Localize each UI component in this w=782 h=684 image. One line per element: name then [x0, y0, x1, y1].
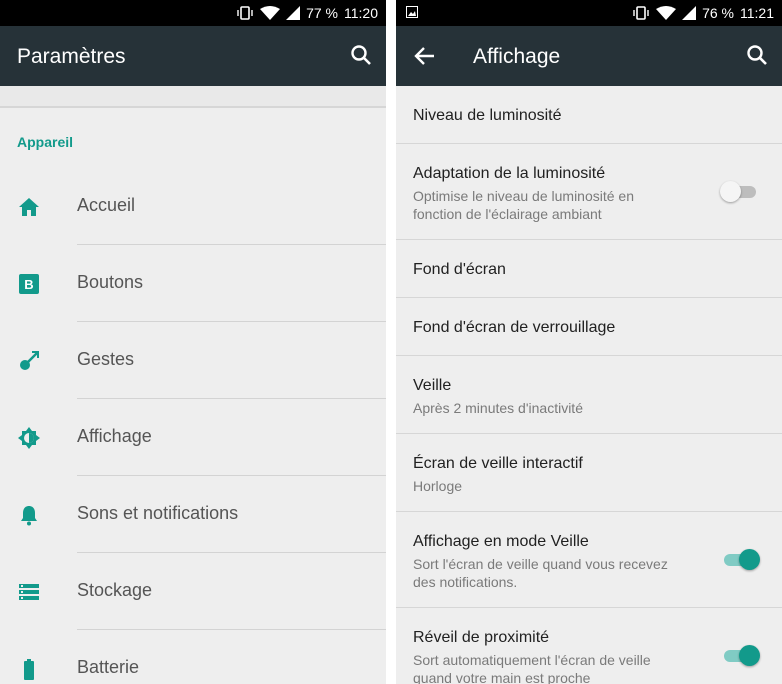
image-notification-icon [406, 6, 418, 18]
search-icon[interactable] [746, 44, 768, 66]
setting-subtitle: Optimise le niveau de luminosité en fonc… [413, 188, 635, 222]
brightness-icon [18, 427, 40, 449]
status-bar: 77 % 11:20 [0, 0, 386, 26]
proximity-wake-toggle[interactable] [720, 644, 760, 668]
menu-item-label: Batterie [77, 657, 140, 677]
setting-sleep[interactable]: Veille Après 2 minutes d'inactivité [396, 356, 782, 434]
gesture-icon [20, 351, 39, 370]
menu-item-gestes[interactable]: Gestes [0, 322, 386, 399]
menu-item-label: Affichage [77, 426, 152, 446]
wifi-icon [260, 6, 281, 20]
setting-subtitle: Sort l'écran de veille quand vous receve… [413, 556, 668, 590]
clock: 11:21 [740, 5, 774, 21]
display-screen: 76 % 11:21 Affichage Niveau de luminosit… [396, 0, 782, 684]
setting-wallpaper[interactable]: Fond d'écran [396, 240, 782, 298]
setting-proximity-wake[interactable]: Réveil de proximité Sort automatiquement… [396, 608, 782, 684]
back-arrow-icon[interactable] [414, 46, 436, 66]
setting-title: Réveil de proximité [413, 629, 550, 646]
adaptive-brightness-toggle[interactable] [720, 180, 760, 204]
menu-item-boutons[interactable]: B Boutons [0, 245, 386, 322]
menu-item-label: Stockage [77, 580, 153, 600]
home-icon [19, 198, 39, 216]
vibrate-icon [633, 6, 649, 20]
divider [0, 86, 386, 108]
svg-text:B: B [24, 277, 33, 292]
menu-item-label: Boutons [77, 272, 144, 292]
menu-item-label: Accueil [77, 195, 136, 215]
menu-item-accueil[interactable]: Accueil [0, 168, 386, 245]
vibrate-icon [237, 6, 253, 20]
setting-subtitle: Horloge [413, 478, 463, 494]
setting-title: Adaptation de la luminosité [413, 165, 606, 182]
setting-title: Fond d'écran [413, 261, 506, 278]
menu-item-label: Sons et notifications [77, 503, 239, 523]
setting-adaptive-brightness[interactable]: Adaptation de la luminosité Optimise le … [396, 144, 782, 240]
setting-title: Fond d'écran de verrouillage [413, 319, 616, 336]
menu-item-batterie[interactable]: Batterie [0, 630, 386, 684]
setting-ambient-display[interactable]: Affichage en mode Veille Sort l'écran de… [396, 512, 782, 608]
menu-item-affichage[interactable]: Affichage [0, 399, 386, 476]
setting-subtitle: Sort automatiquement l'écran de veille q… [413, 652, 651, 684]
wifi-icon [656, 6, 677, 20]
signal-icon [286, 6, 301, 20]
b-icon: B [19, 274, 39, 294]
battery-icon [24, 659, 34, 680]
setting-daydream[interactable]: Écran de veille interactif Horloge [396, 434, 782, 512]
setting-title: Veille [413, 377, 452, 394]
search-icon[interactable] [350, 44, 372, 66]
menu-item-label: Gestes [77, 349, 135, 369]
section-header: Appareil [17, 134, 74, 150]
settings-screen: 77 % 11:20 Paramètres Appareil Accueil B… [0, 0, 386, 684]
signal-icon [682, 6, 697, 20]
status-bar: 76 % 11:21 [396, 0, 782, 26]
app-bar: Paramètres [0, 26, 386, 86]
page-title: Paramètres [17, 45, 126, 68]
ambient-display-toggle[interactable] [720, 548, 760, 572]
setting-subtitle: Après 2 minutes d'inactivité [413, 400, 583, 416]
setting-title: Niveau de luminosité [413, 107, 562, 124]
menu-item-stockage[interactable]: Stockage [0, 553, 386, 630]
setting-title: Affichage en mode Veille [413, 533, 589, 550]
battery-percent: 77 % [306, 5, 338, 21]
setting-lock-wallpaper[interactable]: Fond d'écran de verrouillage [396, 298, 782, 356]
clock: 11:20 [344, 5, 378, 21]
setting-brightness-level[interactable]: Niveau de luminosité [396, 86, 782, 144]
battery-percent: 76 % [702, 5, 734, 21]
setting-title: Écran de veille interactif [413, 455, 583, 472]
app-bar: Affichage [396, 26, 782, 86]
page-title: Affichage [473, 45, 561, 68]
bell-icon [21, 506, 37, 526]
storage-icon [19, 584, 39, 600]
menu-item-sons[interactable]: Sons et notifications [0, 476, 386, 553]
